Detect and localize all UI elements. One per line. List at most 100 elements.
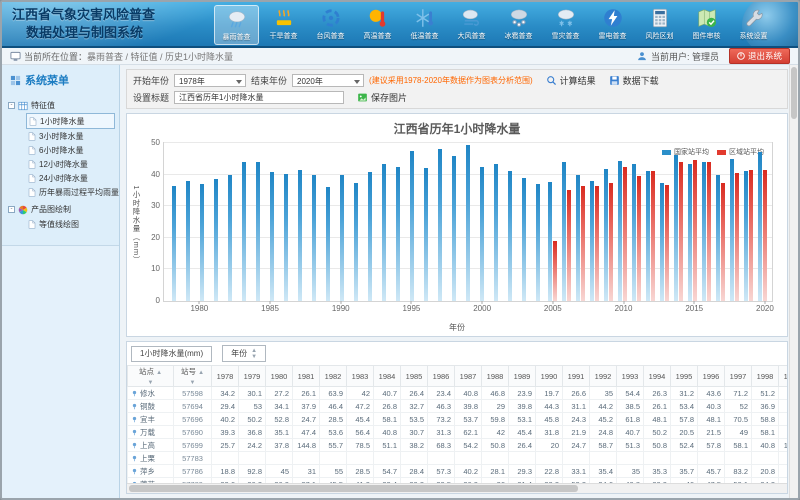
value-cell: 58.8 xyxy=(752,413,779,426)
save-image-button[interactable]: 保存图片 xyxy=(357,91,407,104)
nav-item-雷电普查[interactable]: 雷电普查 xyxy=(590,5,635,45)
doc-icon xyxy=(28,160,36,169)
user-box: 当前用户: 管理员 退出系统 xyxy=(637,48,790,64)
value-cell: 50.8 xyxy=(482,439,509,452)
table-row-宜丰[interactable]: 宜丰5769640.250.252.824.728.545.458.153.57… xyxy=(128,413,788,426)
unit-filter-box[interactable]: 1小时降水量(mm) xyxy=(131,346,212,362)
value-cell: 34.1 xyxy=(266,400,293,413)
col-header-station[interactable]: 站点 ▲▼ xyxy=(128,366,174,387)
station-icon xyxy=(131,442,138,449)
tree-item-6小时降水量[interactable]: 6小时降水量 xyxy=(26,143,115,157)
vertical-scrollbar-thumb[interactable] xyxy=(791,67,797,119)
value-cell: 40.7 xyxy=(374,387,401,400)
nav-item-干旱普查[interactable]: 干旱普查 xyxy=(261,5,306,45)
table-row-万载[interactable]: 万载5769039.336.835.147.453.656.440.830.73… xyxy=(128,426,788,439)
breadcrumb[interactable]: 暴雨普查 / 特征值 / 历史1小时降水量 xyxy=(87,50,233,63)
end-year-select[interactable]: 2020年 xyxy=(292,74,364,87)
nav-item-label: 系统设置 xyxy=(740,31,768,41)
x-tick-label: 1995 xyxy=(403,304,421,313)
bar-national-2016 xyxy=(702,162,706,301)
table-scroll-area[interactable]: 站点 ▲▼站号 ▲▼197819791980198119821983198419… xyxy=(127,365,787,483)
value-cell: 70.5 xyxy=(725,413,752,426)
tree-toggle-icon[interactable]: - xyxy=(8,102,15,109)
col-header-year-1990: 1990 xyxy=(536,366,563,387)
value-cell: 53.4 xyxy=(671,400,698,413)
value-cell: 33.1 xyxy=(563,465,590,478)
tree-item-3小时降水量[interactable]: 3小时降水量 xyxy=(26,129,115,143)
value-cell: 40.2 xyxy=(455,465,482,478)
horizontal-scrollbar[interactable] xyxy=(127,483,787,493)
tree-group-产品图绘制[interactable]: -产品图绘制 xyxy=(8,202,115,217)
value-cell: 32.7 xyxy=(401,400,428,413)
nav-item-冰雹普查[interactable]: 冰雹普查 xyxy=(496,5,541,45)
value-cell: 52.4 xyxy=(671,439,698,452)
bar-regional-2005 xyxy=(553,241,557,301)
tree-toggle-icon[interactable]: - xyxy=(8,206,15,213)
table-row-铜鼓[interactable]: 铜鼓5769429.45334.137.946.447.226.832.746.… xyxy=(128,400,788,413)
high-temp-icon xyxy=(367,7,389,29)
year-sort-box[interactable]: 年份 ▲▼ xyxy=(222,345,266,362)
station-name: 萍乡 xyxy=(140,466,155,477)
table-row-萍乡[interactable]: 萍乡5778618.892.845315528.554.728.457.340.… xyxy=(128,465,788,478)
logout-button[interactable]: 退出系统 xyxy=(729,48,790,64)
table-row-上栗[interactable]: 上栗57783 xyxy=(128,452,788,465)
value-cell: 31.2 xyxy=(671,387,698,400)
value-cell: 31.1 xyxy=(563,400,590,413)
value-cell: 29 xyxy=(482,400,509,413)
tree-item-12小时降水量[interactable]: 12小时降水量 xyxy=(26,157,115,171)
data-download-button[interactable]: 数据下载 xyxy=(609,74,659,87)
calc-result-button[interactable]: 计算结果 xyxy=(546,74,596,87)
horizontal-scrollbar-thumb[interactable] xyxy=(129,485,578,492)
nav-item-高温普查[interactable]: 高温普查 xyxy=(355,5,400,45)
chart-panel: 江西省历年1小时降水量 1小时降水量（mm） 国家站平均区域站平均 010203… xyxy=(126,113,788,337)
value-cell: 26.1 xyxy=(644,400,671,413)
value-cell: 26.3 xyxy=(644,387,671,400)
doc-icon xyxy=(28,132,36,141)
tree-item-等值线绘图[interactable]: 等值线绘图 xyxy=(26,217,115,231)
start-year-select[interactable]: 1978年 xyxy=(174,74,246,87)
bar-national-2011 xyxy=(632,164,636,301)
bar-national-2018 xyxy=(730,159,734,301)
vertical-scrollbar[interactable] xyxy=(789,65,798,498)
value-cell: 47.2 xyxy=(347,400,374,413)
value-cell: 19.7 xyxy=(536,387,563,400)
bar-group-2014 xyxy=(671,143,685,301)
value-cell: 68.3 xyxy=(428,439,455,452)
bar-regional-2010 xyxy=(623,167,627,301)
col-header-year-1983: 1983 xyxy=(347,366,374,387)
value-cell: 35.4 xyxy=(590,465,617,478)
tree-group-特征值[interactable]: -特征值 xyxy=(8,98,115,113)
tree-item-历年暴雨过程平均雨量[interactable]: 历年暴雨过程平均雨量 xyxy=(26,185,115,199)
tree-item-24小时降水量[interactable]: 24小时降水量 xyxy=(26,171,115,185)
nav-item-系统设置[interactable]: 系统设置 xyxy=(731,5,776,45)
bar-regional-2014 xyxy=(679,162,683,301)
table-row-修水[interactable]: 修水5759834.230.127.226.163.94240.726.423.… xyxy=(128,387,788,400)
value-cell: 21.5 xyxy=(698,426,725,439)
chart-title-input[interactable] xyxy=(174,91,344,104)
bar-national-1999 xyxy=(466,145,470,301)
value-cell: 38.5 xyxy=(617,400,644,413)
nav-item-大风普查[interactable]: 大风普查 xyxy=(449,5,494,45)
value-cell: 92.8 xyxy=(239,465,266,478)
bar-group-2012 xyxy=(643,143,657,301)
typhoon-icon xyxy=(320,7,342,29)
bar-regional-2019 xyxy=(749,170,753,301)
nav-item-暴雨普查[interactable]: 暴雨普查 xyxy=(214,5,259,45)
nav-item-风险区划[interactable]: 风险区划 xyxy=(637,5,682,45)
nav-item-低温普查[interactable]: 低温普查 xyxy=(402,5,447,45)
col-header-station-id[interactable]: 站号 ▲▼ xyxy=(174,366,212,387)
nav-item-图件审核[interactable]: 图件审核 xyxy=(684,5,729,45)
col-header-year-1986: 1986 xyxy=(428,366,455,387)
col-header-year-1987: 1987 xyxy=(455,366,482,387)
table-row-上高[interactable]: 上高5769925.724.237.8144.855.778.551.138.2… xyxy=(128,439,788,452)
station-id-cell: 57694 xyxy=(174,400,212,413)
tree-item-1小时降水量[interactable]: 1小时降水量 xyxy=(26,113,115,129)
value-cell: 58.7 xyxy=(590,439,617,452)
nav-item-雪灾普查[interactable]: 雪灾普查 xyxy=(543,5,588,45)
tree-item-label: 24小时降水量 xyxy=(39,173,88,184)
bar-national-1992 xyxy=(368,172,372,301)
value-cell xyxy=(617,452,644,465)
col-header-year-1980: 1980 xyxy=(266,366,293,387)
nav-item-台风普查[interactable]: 台风普查 xyxy=(308,5,353,45)
station-id-cell: 57699 xyxy=(174,439,212,452)
